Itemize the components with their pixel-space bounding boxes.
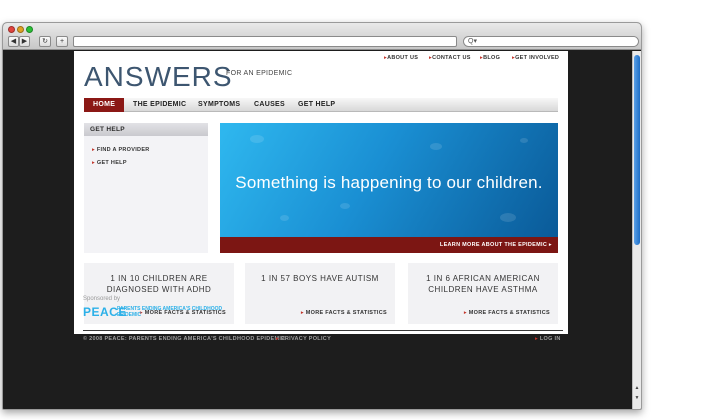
search-icon: Q▾ <box>468 38 477 45</box>
cell-shape <box>280 215 289 221</box>
more-facts-link[interactable]: ▸ MORE FACTS & STATISTICS <box>464 310 550 316</box>
web-page: ANSWERS FOR AN EPIDEMIC ▸ABOUT US ▸CONTA… <box>74 51 568 334</box>
nav-the-epidemic[interactable]: THE EPIDEMIC <box>133 98 186 112</box>
cell-shape <box>430 143 442 150</box>
scroll-thumb[interactable] <box>634 55 640 245</box>
page-viewport: ANSWERS FOR AN EPIDEMIC ▸ABOUT US ▸CONTA… <box>3 51 633 409</box>
site-tagline: FOR AN EPIDEMIC <box>226 70 293 77</box>
stat-card-asthma: 1 IN 6 AFRICAN AMERICAN CHILDREN HAVE AS… <box>408 263 558 324</box>
utility-link-blog[interactable]: ▸BLOG <box>480 55 500 61</box>
browser-toolbar: ◀ ▶ ↻ + Q▾ <box>3 23 641 50</box>
maximize-window-button[interactable] <box>26 26 33 33</box>
search-field[interactable]: Q▾ <box>463 36 639 47</box>
utility-link-contact[interactable]: ▸CONTACT US <box>429 55 471 61</box>
utility-link-about[interactable]: ▸ABOUT US <box>384 55 418 61</box>
reload-button[interactable]: ↻ <box>39 36 51 47</box>
sponsored-by-label: Sponsored by <box>83 296 121 302</box>
utility-link-get-involved[interactable]: ▸GET INVOLVED <box>512 55 559 61</box>
utility-label: GET INVOLVED <box>515 55 560 61</box>
privacy-policy-label: PRIVACY POLICY <box>280 336 332 342</box>
copyright-text: © 2008 PEACE: PARENTS ENDING AMERICA'S C… <box>83 336 286 342</box>
add-bookmark-button[interactable]: + <box>56 36 68 47</box>
minimize-window-button[interactable] <box>17 26 24 33</box>
stat-card-title: 1 IN 10 CHILDREN ARE DIAGNOSED WITH ADHD <box>106 274 212 294</box>
more-facts-label: MORE FACTS & STATISTICS <box>468 310 550 316</box>
login-link[interactable]: ▸ LOG IN <box>535 336 561 342</box>
cell-shape <box>250 135 264 143</box>
nav-home[interactable]: HOME <box>84 98 125 112</box>
sidebar-link-get-help[interactable]: ▸ GET HELP <box>92 160 127 166</box>
forward-button[interactable]: ▶ <box>19 36 30 47</box>
scroll-down-arrow[interactable]: ▼ <box>633 395 641 403</box>
stat-card-autism: 1 IN 57 BOYS HAVE AUTISM ▸ MORE FACTS & … <box>245 263 395 324</box>
hero-headline: Something is happening to our children. <box>235 173 543 192</box>
hero-banner: Something is happening to our children. … <box>220 123 558 253</box>
address-bar[interactable] <box>73 36 457 47</box>
back-button[interactable]: ◀ <box>8 36 19 47</box>
more-facts-label: MORE FACTS & STATISTICS <box>305 310 387 316</box>
sidebar-link-label: FIND A PROVIDER <box>96 147 150 153</box>
privacy-policy-link[interactable]: ▸ PRIVACY POLICY <box>276 336 331 342</box>
stat-card-title: 1 IN 6 AFRICAN AMERICAN CHILDREN HAVE AS… <box>426 274 540 294</box>
nav-causes[interactable]: CAUSES <box>254 98 285 112</box>
close-window-button[interactable] <box>8 26 15 33</box>
sidebar: GET HELP ▸ FIND A PROVIDER ▸ GET HELP <box>84 123 208 253</box>
hero-cta-link[interactable]: LEARN MORE ABOUT THE EPIDEMIC ▸ <box>220 237 558 253</box>
utility-label: CONTACT US <box>432 55 471 61</box>
footer-divider <box>83 330 563 331</box>
nav-get-help[interactable]: GET HELP <box>298 98 335 112</box>
cell-shape <box>500 213 516 222</box>
cell-shape <box>340 203 350 209</box>
sidebar-heading: GET HELP <box>84 123 208 136</box>
logo-text: ANSWERS <box>84 61 233 92</box>
browser-window: ◀ ▶ ↻ + Q▾ ANSWERS FOR AN EPIDEMIC ▸ABOU… <box>2 22 642 410</box>
main-navigation: HOME THE EPIDEMIC SYMPTOMS CAUSES GET HE… <box>84 98 558 112</box>
site-logo[interactable]: ANSWERS <box>84 61 233 93</box>
sidebar-link-label: GET HELP <box>96 160 127 166</box>
utility-label: BLOG <box>483 55 501 61</box>
more-facts-link[interactable]: ▸ MORE FACTS & STATISTICS <box>301 310 387 316</box>
vertical-scrollbar[interactable]: ▲ ▼ <box>632 51 641 409</box>
utility-label: ABOUT US <box>387 55 419 61</box>
nav-symptoms[interactable]: SYMPTOMS <box>198 98 240 112</box>
stat-card-title: 1 IN 57 BOYS HAVE AUTISM <box>261 274 379 283</box>
scroll-up-arrow[interactable]: ▲ <box>633 385 641 393</box>
login-label: LOG IN <box>539 336 561 342</box>
sidebar-link-find-provider[interactable]: ▸ FIND A PROVIDER <box>92 147 150 153</box>
cell-shape <box>520 138 528 143</box>
sponsor-subtitle: PARENTS ENDING AMERICA'S CHILDHOOD EPIDE… <box>117 306 223 318</box>
